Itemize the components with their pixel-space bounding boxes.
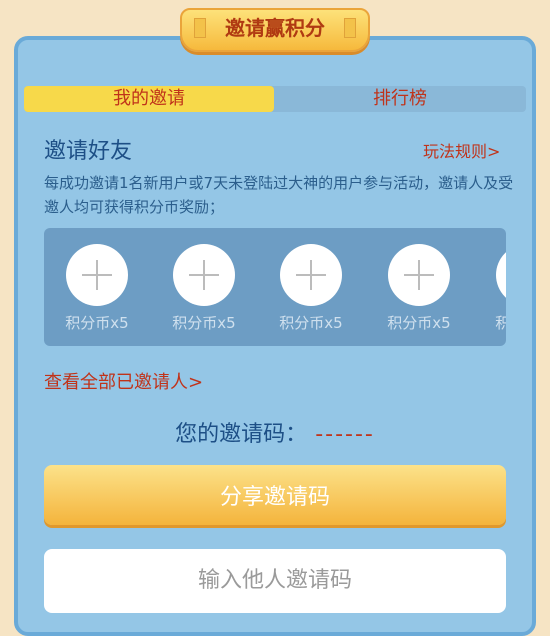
add-slot-button[interactable] bbox=[66, 244, 128, 306]
plus-icon-stroke bbox=[418, 260, 420, 290]
invite-slot[interactable]: 积分币x5 bbox=[474, 228, 506, 346]
page-title: 邀请赢积分 bbox=[225, 16, 325, 40]
invite-slot[interactable]: 积分币x5 bbox=[44, 228, 144, 346]
invite-code-input[interactable]: 输入他人邀请码 bbox=[44, 549, 506, 613]
slot-reward-label: 积分币x5 bbox=[279, 314, 343, 332]
invite-slot[interactable]: 积分币x5 bbox=[258, 228, 358, 346]
plus-icon-stroke bbox=[203, 260, 205, 290]
slot-reward-label: 积分币x5 bbox=[387, 314, 451, 332]
invite-code-row: 您的邀请码： ------ bbox=[0, 416, 550, 448]
plus-icon-stroke bbox=[310, 260, 312, 290]
share-code-button[interactable]: 分享邀请码 bbox=[44, 465, 506, 525]
invite-code-label: 您的邀请码： bbox=[175, 422, 308, 447]
invite-slot[interactable]: 积分币x5 bbox=[366, 228, 466, 346]
tab-my-invites[interactable]: 我的邀请 bbox=[24, 86, 274, 112]
invite-slots: 积分币x5 积分币x5 积分币x5 积分币x5 积分币x5 bbox=[44, 228, 506, 346]
rules-link[interactable]: 玩法规则> bbox=[423, 138, 500, 162]
invite-slot[interactable]: 积分币x5 bbox=[151, 228, 251, 346]
tab-leaderboard[interactable]: 排行榜 bbox=[274, 86, 526, 112]
add-slot-button[interactable] bbox=[388, 244, 450, 306]
view-all-invitees-link[interactable]: 查看全部已邀请人> bbox=[44, 368, 203, 394]
invite-description: 每成功邀请1名新用户或7天未登陆过大神的用户参与活动，邀请人及受邀人均可获得积分… bbox=[44, 174, 514, 216]
invite-friends-title: 邀请好友 bbox=[44, 139, 133, 164]
add-slot-button[interactable] bbox=[173, 244, 235, 306]
add-slot-button[interactable] bbox=[496, 244, 506, 306]
plus-icon-stroke bbox=[96, 260, 98, 290]
add-slot-button[interactable] bbox=[280, 244, 342, 306]
slot-reward-label: 积分币x5 bbox=[172, 314, 236, 332]
invite-code-value: ------ bbox=[315, 422, 375, 447]
tab-bar: 我的邀请 排行榜 bbox=[24, 86, 526, 112]
slot-reward-label: 积分币x5 bbox=[495, 314, 506, 332]
slot-reward-label: 积分币x5 bbox=[65, 314, 129, 332]
header-ribbon: 邀请赢积分 bbox=[180, 8, 370, 52]
